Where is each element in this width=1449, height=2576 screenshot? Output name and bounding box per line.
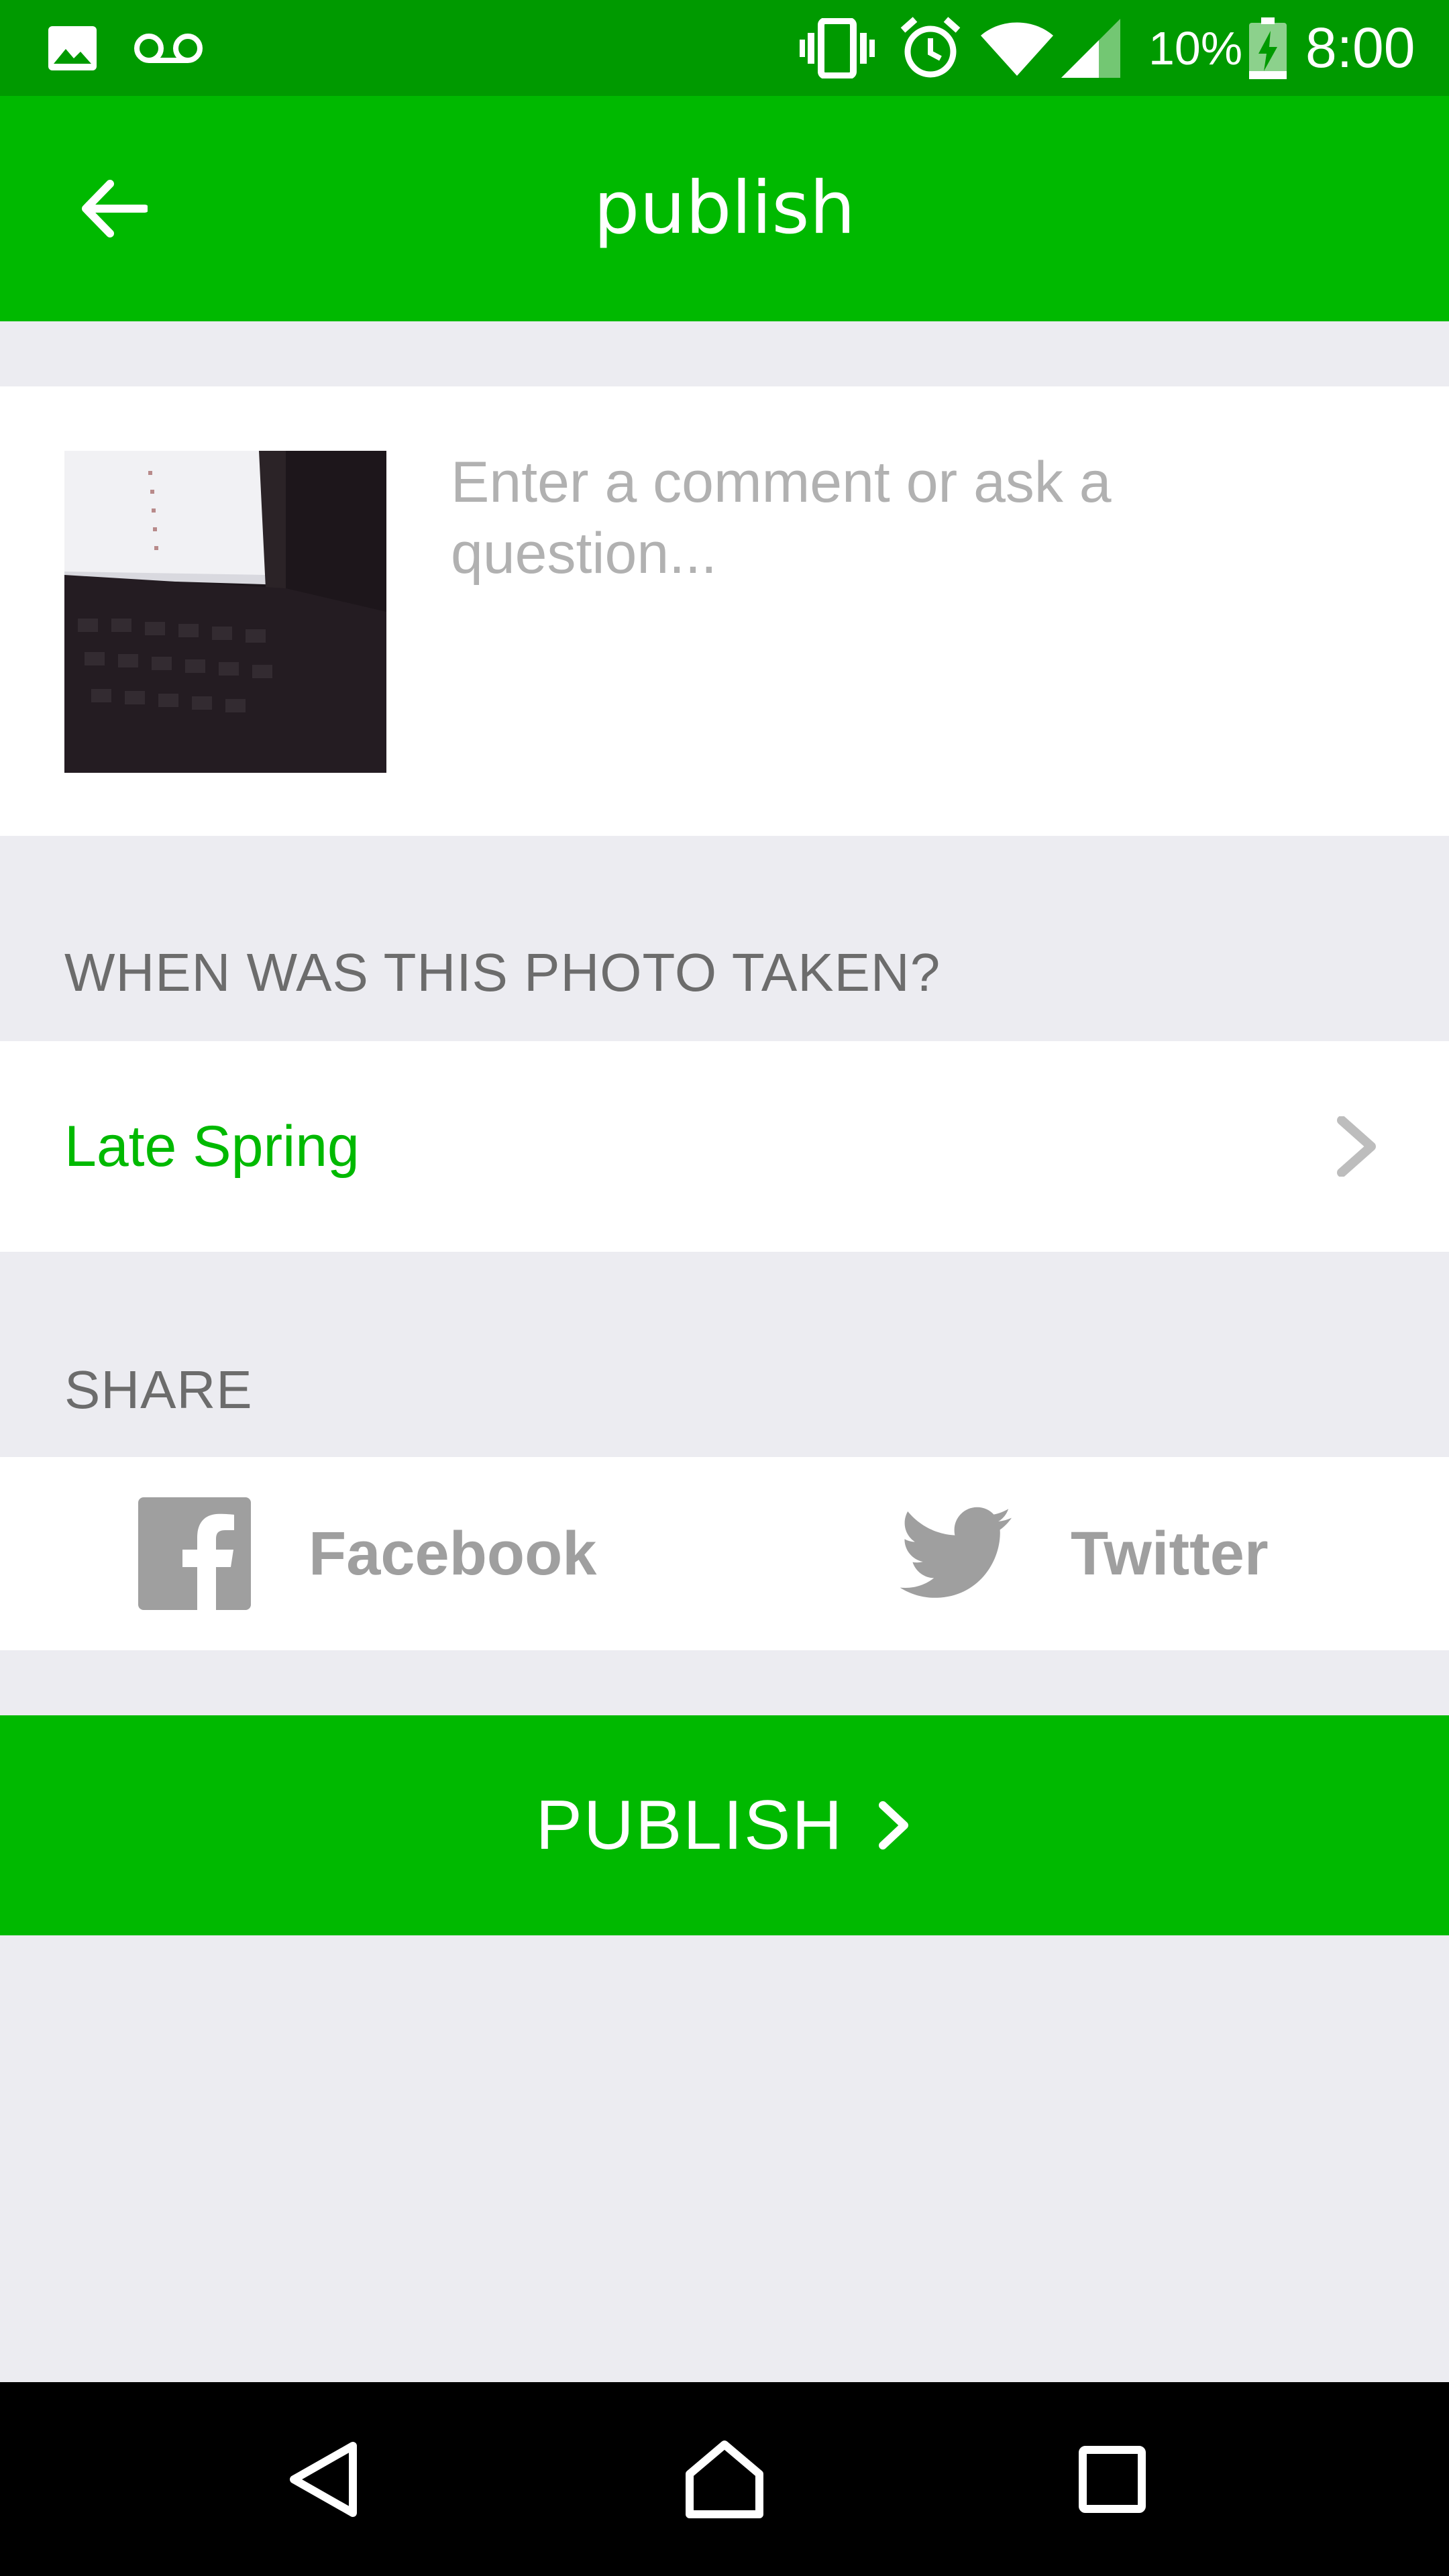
chevron-right-icon xyxy=(878,1801,908,1849)
square-recents-icon xyxy=(1079,2445,1146,2513)
share-section-label: SHARE xyxy=(64,1360,253,1419)
date-section-label: WHEN WAS THIS PHOTO TAKEN? xyxy=(64,943,941,1002)
twitter-share-button[interactable]: Twitter xyxy=(899,1457,1269,1650)
facebook-label: Facebook xyxy=(309,1519,597,1588)
facebook-share-button[interactable]: Facebook xyxy=(138,1457,596,1650)
wifi-icon xyxy=(981,0,1053,96)
nav-home-button[interactable] xyxy=(644,2382,805,2576)
page-title: publish xyxy=(593,166,856,250)
date-taken-row[interactable]: Late Spring xyxy=(0,1041,1449,1252)
chevron-right-icon xyxy=(1337,1116,1376,1177)
nav-back-button[interactable] xyxy=(243,2382,404,2576)
signal-icon xyxy=(1059,0,1120,96)
status-bar: 10% 8:00 xyxy=(0,0,1449,96)
twitter-icon xyxy=(900,1507,1012,1598)
app-bar: publish xyxy=(0,96,1449,321)
comment-input[interactable] xyxy=(451,447,1390,648)
triangle-back-icon xyxy=(290,2441,357,2517)
image-icon xyxy=(46,0,99,96)
share-row: Facebook Twitter xyxy=(0,1457,1449,1650)
voicemail-icon xyxy=(133,0,204,96)
clock-time: 8:00 xyxy=(1305,16,1415,79)
publish-button[interactable]: PUBLISH xyxy=(0,1715,1449,1935)
system-navigation-bar xyxy=(0,2382,1449,2576)
alarm-icon xyxy=(899,0,962,96)
nav-recents-button[interactable] xyxy=(1032,2382,1193,2576)
battery-charging-icon xyxy=(1249,0,1287,96)
twitter-label: Twitter xyxy=(1071,1519,1269,1588)
facebook-icon xyxy=(138,1497,251,1610)
battery-percent: 10% xyxy=(1148,21,1243,74)
comment-card xyxy=(0,386,1449,836)
vibrate-icon xyxy=(800,0,875,96)
photo-thumbnail[interactable] xyxy=(64,451,386,773)
date-taken-value: Late Spring xyxy=(64,1114,360,1179)
home-icon xyxy=(686,2440,763,2518)
publish-label: PUBLISH xyxy=(535,1786,844,1864)
